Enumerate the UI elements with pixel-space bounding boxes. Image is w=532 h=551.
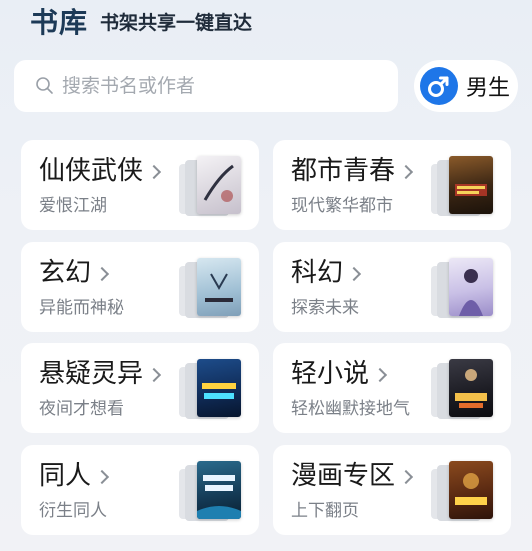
book-cover-stack xyxy=(179,461,241,523)
book-cover-stack xyxy=(431,359,493,421)
category-card-scifi[interactable]: 科幻 探索未来 xyxy=(273,242,511,332)
category-name: 悬疑灵异 xyxy=(39,359,144,389)
chevron-right-icon xyxy=(146,164,162,180)
book-cover-stack xyxy=(179,258,241,320)
gender-label: 男生 xyxy=(466,76,511,101)
search-bar[interactable] xyxy=(14,60,398,112)
chevron-right-icon xyxy=(94,469,110,485)
category-name: 科幻 xyxy=(291,258,344,288)
page-header: 书库 书架共享一键直达 xyxy=(30,0,252,40)
book-cover xyxy=(197,156,241,214)
category-desc: 探索未来 xyxy=(291,298,359,318)
category-desc: 轻松幽默接地气 xyxy=(291,399,410,419)
category-name: 同人 xyxy=(39,461,92,491)
category-name: 仙侠武侠 xyxy=(39,156,144,186)
chevron-right-icon xyxy=(146,367,162,383)
category-name: 玄幻 xyxy=(39,258,92,288)
chevron-right-icon xyxy=(372,367,388,383)
search-input[interactable] xyxy=(62,75,362,97)
category-desc: 现代繁华都市 xyxy=(291,196,393,216)
category-card-suspense[interactable]: 悬疑灵异 夜间才想看 xyxy=(21,343,259,433)
book-cover xyxy=(449,258,493,316)
chevron-right-icon xyxy=(398,164,414,180)
category-card-xuanhuan[interactable]: 玄幻 异能而神秘 xyxy=(21,242,259,332)
search-icon xyxy=(36,77,53,94)
book-cover xyxy=(197,258,241,316)
category-desc: 上下翻页 xyxy=(291,501,359,521)
book-cover-stack xyxy=(431,461,493,523)
category-desc: 衍生同人 xyxy=(39,501,107,521)
book-cover xyxy=(449,156,493,214)
book-cover xyxy=(197,359,241,417)
book-cover-stack xyxy=(179,359,241,421)
category-card-fanfic[interactable]: 同人 衍生同人 xyxy=(21,445,259,535)
page-title: 书库 xyxy=(30,6,89,39)
category-card-urban[interactable]: 都市青春 现代繁华都市 xyxy=(273,140,511,230)
book-cover xyxy=(197,461,241,519)
category-card-comics[interactable]: 漫画专区 上下翻页 xyxy=(273,445,511,535)
book-cover-stack xyxy=(179,156,241,218)
male-icon xyxy=(420,67,458,105)
book-cover xyxy=(449,359,493,417)
category-name: 轻小说 xyxy=(291,359,370,389)
chevron-right-icon xyxy=(346,266,362,282)
category-card-light-novel[interactable]: 轻小说 轻松幽默接地气 xyxy=(273,343,511,433)
category-card-xianxia[interactable]: 仙侠武侠 爱恨江湖 xyxy=(21,140,259,230)
category-name: 都市青春 xyxy=(291,156,396,186)
category-desc: 夜间才想看 xyxy=(39,399,124,419)
category-name: 漫画专区 xyxy=(291,461,396,491)
book-cover-stack xyxy=(431,258,493,320)
chevron-right-icon xyxy=(94,266,110,282)
category-desc: 异能而神秘 xyxy=(39,298,124,318)
page-subtitle: 书架共享一键直达 xyxy=(100,12,253,34)
chevron-right-icon xyxy=(398,469,414,485)
gender-toggle[interactable]: 男生 xyxy=(414,60,518,112)
book-cover xyxy=(449,461,493,519)
book-cover-stack xyxy=(431,156,493,218)
category-desc: 爱恨江湖 xyxy=(39,196,107,216)
